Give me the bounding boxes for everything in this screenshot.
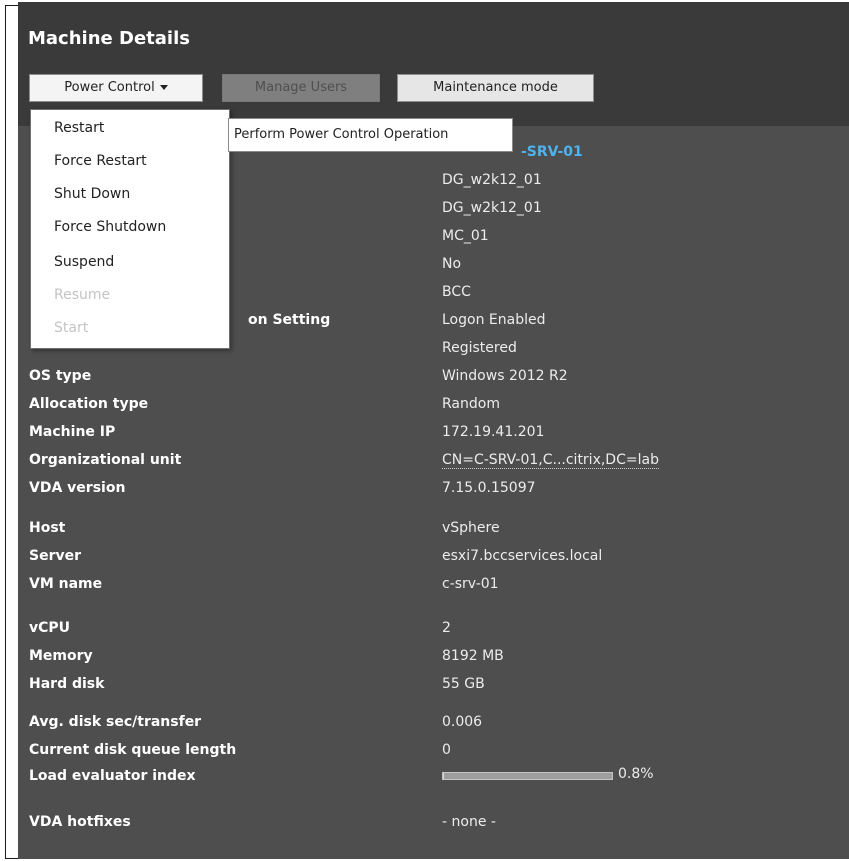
vda-hotfixes-label: VDA hotfixes bbox=[29, 814, 131, 830]
disk-queue-label: Current disk queue length bbox=[29, 742, 237, 758]
vda-version-value: 7.15.0.15097 bbox=[442, 480, 536, 496]
hard-disk-label: Hard disk bbox=[29, 676, 105, 692]
power-control-label: Power Control bbox=[64, 80, 155, 95]
menu-item-force-restart[interactable]: Force Restart bbox=[54, 153, 147, 169]
machine-name: -SRV-01 bbox=[521, 144, 583, 160]
menu-item-force-shutdown[interactable]: Force Shutdown bbox=[54, 219, 166, 235]
avg-disk-label: Avg. disk sec/transfer bbox=[29, 714, 202, 730]
os-type-label: OS type bbox=[29, 368, 92, 384]
desktop-group-value: DG_w2k12_01 bbox=[442, 200, 542, 216]
site-value: BCC bbox=[442, 284, 471, 300]
power-control-menu: Restart Force Restart Shut Down Force Sh… bbox=[30, 109, 230, 349]
vcpu-value: 2 bbox=[442, 620, 451, 636]
chevron-down-icon bbox=[159, 85, 168, 90]
machine-ip-label: Machine IP bbox=[29, 424, 116, 440]
avg-disk-value: 0.006 bbox=[442, 714, 483, 730]
vm-name-value: c-srv-01 bbox=[442, 576, 499, 592]
machine-catalog-value: MC_01 bbox=[442, 228, 489, 244]
manage-users-button: Manage Users bbox=[222, 74, 380, 102]
menu-item-resume: Resume bbox=[54, 287, 111, 303]
machine-ip-value: 172.19.41.201 bbox=[442, 424, 545, 440]
vda-hotfixes-value: - none - bbox=[442, 814, 496, 830]
maintenance-mode-button[interactable]: Maintenance mode bbox=[397, 74, 594, 102]
memory-label: Memory bbox=[29, 648, 93, 664]
memory-value: 8192 MB bbox=[442, 648, 504, 664]
logon-setting-value: Logon Enabled bbox=[442, 312, 546, 328]
organizational-unit-value[interactable]: CN=C-SRV-01,C...citrix,DC=lab bbox=[442, 452, 659, 469]
maintenance-status-value: No bbox=[442, 256, 462, 272]
organizational-unit-label: Organizational unit bbox=[29, 452, 182, 468]
vm-name-label: VM name bbox=[29, 576, 103, 592]
menu-item-shut-down[interactable]: Shut Down bbox=[54, 186, 130, 202]
panel-header: Machine Details Power Control Manage Use… bbox=[18, 2, 849, 126]
power-control-tooltip: Perform Power Control Operation bbox=[228, 118, 513, 152]
panel-title: Machine Details bbox=[28, 28, 190, 49]
server-label: Server bbox=[29, 548, 82, 564]
organizational-unit-link[interactable]: CN=C-SRV-01,C...citrix,DC=lab bbox=[442, 452, 659, 469]
host-label: Host bbox=[29, 520, 66, 536]
menu-item-suspend[interactable]: Suspend bbox=[54, 254, 114, 270]
logon-setting-label: on Setting bbox=[248, 312, 331, 328]
menu-item-restart[interactable]: Restart bbox=[54, 120, 104, 136]
vda-version-label: VDA version bbox=[29, 480, 126, 496]
power-control-button[interactable]: Power Control bbox=[29, 74, 203, 102]
delivery-group-value: DG_w2k12_01 bbox=[442, 172, 542, 188]
allocation-type-label: Allocation type bbox=[29, 396, 149, 412]
registration-state-value: Registered bbox=[442, 340, 517, 356]
host-value: vSphere bbox=[442, 520, 500, 536]
load-evaluator-value: 0.8% bbox=[618, 766, 654, 782]
load-evaluator-bar bbox=[442, 772, 613, 780]
hard-disk-value: 55 GB bbox=[442, 676, 485, 692]
menu-item-start: Start bbox=[54, 320, 89, 336]
load-evaluator-label: Load evaluator index bbox=[29, 768, 196, 784]
disk-queue-value: 0 bbox=[442, 742, 451, 758]
os-type-value: Windows 2012 R2 bbox=[442, 368, 568, 384]
allocation-type-value: Random bbox=[442, 396, 500, 412]
server-value: esxi7.bccservices.local bbox=[442, 548, 603, 564]
vcpu-label: vCPU bbox=[29, 620, 71, 636]
load-evaluator-bar-fill bbox=[443, 773, 445, 779]
